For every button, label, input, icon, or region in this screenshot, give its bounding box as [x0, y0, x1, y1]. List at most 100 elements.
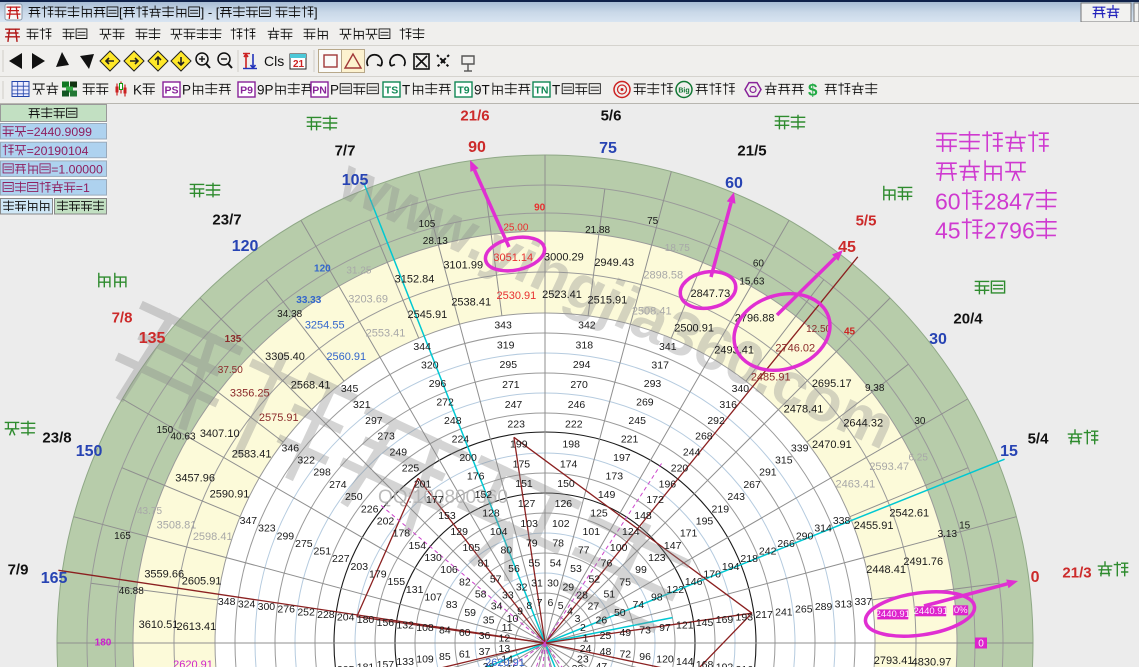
- svg-text:45: 45: [935, 217, 961, 243]
- svg-text:147: 147: [664, 540, 682, 552]
- svg-text:149: 149: [598, 489, 616, 501]
- svg-text:2560.91: 2560.91: [326, 351, 366, 363]
- svg-text:2796: 2796: [984, 217, 1035, 243]
- svg-text:2644.32: 2644.32: [843, 418, 883, 430]
- svg-text:59: 59: [464, 607, 476, 619]
- svg-text:=1: =1: [76, 181, 90, 195]
- svg-text:21.88: 21.88: [585, 225, 610, 236]
- svg-text:T: T: [552, 82, 560, 97]
- svg-text:97: 97: [659, 622, 671, 634]
- svg-text:271: 271: [502, 379, 520, 391]
- svg-text:224: 224: [452, 434, 470, 446]
- svg-text:[: [: [119, 5, 123, 20]
- svg-text:120: 120: [232, 238, 259, 255]
- svg-text:2695.17: 2695.17: [812, 378, 852, 390]
- svg-text:2515.91: 2515.91: [588, 294, 628, 306]
- svg-text:128: 128: [482, 508, 500, 520]
- svg-text:21/5: 21/5: [737, 142, 766, 159]
- svg-text:37: 37: [479, 646, 491, 658]
- svg-text:2620.91: 2620.91: [485, 657, 525, 667]
- svg-text:105: 105: [463, 542, 481, 554]
- svg-text:3508.81: 3508.81: [157, 520, 197, 532]
- svg-text:150: 150: [156, 425, 173, 436]
- svg-text:TS: TS: [385, 85, 398, 97]
- svg-text:46.88: 46.88: [119, 586, 144, 597]
- svg-text:180: 180: [95, 638, 112, 649]
- svg-text:2605.91: 2605.91: [182, 575, 222, 587]
- svg-text:53: 53: [570, 563, 582, 575]
- svg-text:338: 338: [833, 515, 851, 527]
- svg-text:342: 342: [578, 320, 596, 332]
- svg-text:100: 100: [610, 542, 628, 554]
- svg-text:60: 60: [753, 258, 765, 269]
- svg-text:2620.91: 2620.91: [173, 659, 213, 667]
- svg-text:82: 82: [459, 576, 471, 588]
- svg-text:266: 266: [777, 538, 795, 550]
- svg-text:130: 130: [424, 552, 442, 564]
- svg-text:3203.69: 3203.69: [348, 294, 388, 306]
- svg-text:] - [: ] - [: [201, 5, 220, 20]
- svg-text:242: 242: [759, 546, 777, 558]
- svg-text:135: 135: [139, 330, 166, 347]
- svg-text:P: P: [330, 82, 339, 97]
- svg-text:193: 193: [736, 612, 754, 624]
- svg-text:]: ]: [314, 5, 318, 20]
- svg-text:52: 52: [588, 574, 600, 586]
- svg-text:49: 49: [619, 627, 631, 639]
- svg-text:106: 106: [440, 564, 458, 576]
- svg-text:155: 155: [388, 576, 406, 588]
- svg-text:3305.40: 3305.40: [265, 351, 305, 363]
- svg-text:297: 297: [365, 415, 383, 427]
- svg-text:98: 98: [651, 592, 663, 604]
- svg-text:2440.91: 2440.91: [914, 606, 948, 617]
- svg-text:21/6: 21/6: [460, 107, 489, 124]
- svg-text:120: 120: [656, 654, 674, 666]
- svg-text:192: 192: [716, 661, 734, 667]
- svg-text:20/4: 20/4: [953, 310, 983, 327]
- svg-text:74: 74: [632, 599, 644, 611]
- svg-text:153: 153: [438, 510, 456, 522]
- svg-text:2545.91: 2545.91: [408, 309, 448, 321]
- svg-text:150: 150: [76, 443, 103, 460]
- svg-text:245: 245: [628, 415, 646, 427]
- svg-text:3000.29: 3000.29: [544, 251, 584, 263]
- svg-text:34.38: 34.38: [277, 309, 302, 320]
- svg-text:23/8: 23/8: [42, 429, 71, 446]
- svg-text:107: 107: [424, 592, 442, 604]
- svg-text:0%: 0%: [954, 605, 968, 616]
- svg-text:5/6: 5/6: [601, 107, 622, 124]
- svg-text:3559.66: 3559.66: [144, 569, 184, 581]
- svg-text:33: 33: [502, 589, 514, 601]
- svg-text:157: 157: [377, 659, 395, 667]
- svg-text:122: 122: [667, 584, 685, 596]
- svg-text:104: 104: [490, 526, 508, 538]
- svg-text:195: 195: [696, 515, 714, 527]
- svg-text:275: 275: [295, 538, 313, 550]
- svg-text:25: 25: [600, 630, 612, 642]
- svg-text:148: 148: [634, 510, 652, 522]
- svg-text:227: 227: [332, 553, 350, 565]
- svg-text:315: 315: [775, 455, 793, 467]
- svg-text:120: 120: [314, 264, 331, 275]
- svg-text:5: 5: [558, 600, 564, 612]
- svg-text:5/5: 5/5: [856, 212, 877, 229]
- svg-text:2847: 2847: [984, 188, 1035, 214]
- svg-text:241: 241: [775, 606, 793, 618]
- svg-text:226: 226: [361, 503, 379, 515]
- svg-text:21/3: 21/3: [1062, 564, 1091, 581]
- svg-text:294: 294: [573, 359, 591, 371]
- svg-text:75: 75: [599, 140, 617, 157]
- svg-text:3: 3: [575, 613, 581, 625]
- svg-text:151: 151: [515, 478, 533, 490]
- svg-text:103: 103: [520, 518, 538, 530]
- svg-text:341: 341: [659, 341, 677, 353]
- svg-text:247: 247: [505, 399, 523, 411]
- svg-text:3101.99: 3101.99: [443, 260, 483, 272]
- svg-text:198: 198: [562, 439, 580, 451]
- svg-text:2: 2: [580, 622, 586, 634]
- svg-text:2500.91: 2500.91: [674, 322, 714, 334]
- svg-text:2590.91: 2590.91: [210, 489, 250, 501]
- svg-text:9P: 9P: [257, 82, 274, 97]
- svg-text:2538.41: 2538.41: [451, 297, 491, 309]
- svg-text:108: 108: [416, 622, 434, 634]
